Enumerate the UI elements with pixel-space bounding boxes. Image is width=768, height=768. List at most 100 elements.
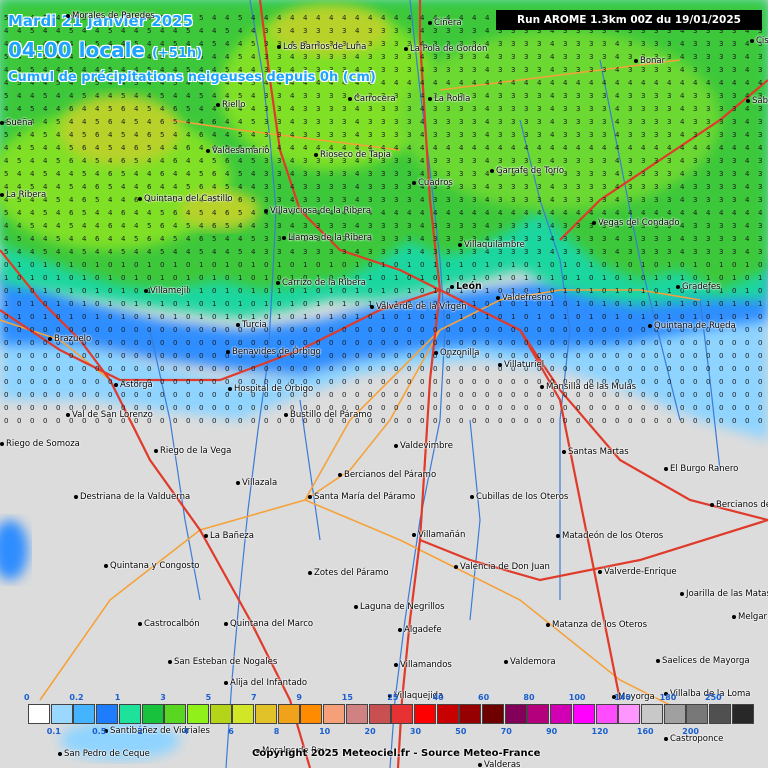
grid-value: 0 (680, 339, 684, 347)
grid-value: 4 (680, 196, 685, 204)
grid-value: 0 (615, 300, 619, 308)
grid-value: 4 (680, 144, 685, 152)
grid-value: 0 (511, 417, 515, 425)
grid-value: 0 (225, 365, 229, 373)
grid-value: 1 (628, 300, 632, 308)
grid-value: 4 (472, 144, 477, 152)
grid-value: 0 (498, 261, 502, 269)
grid-value: 4 (134, 183, 139, 191)
grid-value: 4 (537, 144, 542, 152)
grid-value: 3 (329, 118, 333, 126)
grid-value: 3 (693, 248, 697, 256)
grid-value: 0 (589, 404, 593, 412)
grid-value: 0 (537, 339, 541, 347)
grid-value: 0 (238, 365, 242, 373)
grid-value: 4 (134, 248, 139, 256)
grid-value: 3 (433, 248, 437, 256)
grid-value: 0 (576, 417, 580, 425)
grid-value: 4 (654, 209, 659, 217)
grid-value: 4 (251, 105, 256, 113)
grid-value: 3 (758, 170, 762, 178)
grid-value: 3 (758, 196, 762, 204)
grid-value: 4 (160, 235, 165, 243)
grid-value: 4 (576, 209, 581, 217)
grid-value: 0 (342, 352, 346, 360)
grid-value: 3 (277, 235, 281, 243)
grid-value: 3 (446, 105, 450, 113)
grid-value: 4 (17, 105, 22, 113)
snow-accumulation-map[interactable]: 5445445445445445445444444444444444444444… (0, 0, 768, 768)
grid-value: 4 (550, 248, 555, 256)
grid-value: 0 (238, 417, 242, 425)
grid-value: 3 (589, 92, 593, 100)
grid-value: 0 (225, 378, 229, 386)
grid-value: 0 (693, 417, 697, 425)
grid-value: 1 (212, 274, 216, 282)
grid-value: 4 (693, 79, 698, 87)
legend-label-bottom: 0.5 (92, 727, 106, 736)
grid-value: 5 (43, 92, 47, 100)
grid-value: 0 (95, 378, 99, 386)
grid-value: 0 (121, 391, 125, 399)
grid-value: 1 (212, 300, 216, 308)
grid-value: 5 (199, 170, 203, 178)
grid-value: 3 (303, 157, 307, 165)
grid-value: 4 (745, 144, 750, 152)
grid-value: 0 (134, 352, 138, 360)
grid-value: 3 (667, 131, 671, 139)
grid-value: 0 (667, 378, 671, 386)
grid-value: 3 (654, 66, 658, 74)
legend-swatch (141, 704, 164, 724)
town-label: Cuadros (412, 178, 453, 188)
grid-value: 0 (511, 352, 515, 360)
grid-value: 0 (654, 339, 658, 347)
grid-value: 3 (303, 248, 307, 256)
grid-value: 3 (524, 105, 528, 113)
grid-value: 0 (758, 365, 762, 373)
grid-value: 1 (745, 287, 749, 295)
grid-value: 0 (472, 404, 476, 412)
grid-value: 0 (589, 391, 593, 399)
town-label: Sueña (0, 118, 33, 128)
grid-value: 4 (225, 170, 230, 178)
grid-value: 0 (485, 378, 489, 386)
grid-value: 0 (108, 365, 112, 373)
grid-value: 3 (407, 235, 411, 243)
grid-value: 0 (641, 339, 645, 347)
town-label: Villamañán (411, 530, 465, 540)
legend-label-top: 40 (433, 693, 444, 702)
grid-value: 0 (355, 391, 359, 399)
grid-value: 5 (238, 170, 242, 178)
legend-swatch (96, 704, 119, 724)
grid-value: 3 (277, 222, 281, 230)
grid-value: 1 (173, 313, 177, 321)
grid-value: 4 (745, 196, 750, 204)
legend-label-top: 3 (160, 693, 166, 702)
grid-value: 0 (563, 339, 567, 347)
grid-value: 3 (433, 105, 437, 113)
grid-value: 0 (17, 274, 21, 282)
grid-value: 3 (446, 196, 450, 204)
grid-value: 1 (693, 261, 697, 269)
grid-value: 3 (316, 183, 320, 191)
grid-value: 0 (147, 352, 151, 360)
grid-value: 1 (433, 261, 437, 269)
grid-value: 4 (420, 53, 425, 61)
grid-value: 0 (160, 391, 164, 399)
town-label: Villamandos (394, 660, 452, 670)
grid-value: 3 (602, 66, 606, 74)
grid-value: 3 (602, 105, 606, 113)
grid-value: 0 (732, 417, 736, 425)
grid-value: 3 (589, 40, 593, 48)
grid-value: 5 (43, 209, 47, 217)
grid-value: 0 (290, 326, 294, 334)
grid-value: 1 (654, 274, 658, 282)
grid-value: 0 (95, 300, 99, 308)
grid-value: 1 (680, 300, 684, 308)
grid-value: 6 (69, 157, 74, 165)
grid-value: 3 (394, 27, 398, 35)
grid-value: 3 (537, 105, 541, 113)
town-label: Matadeón de los Oteros (555, 531, 663, 541)
grid-value: 0 (251, 274, 255, 282)
grid-value: 3 (277, 170, 281, 178)
